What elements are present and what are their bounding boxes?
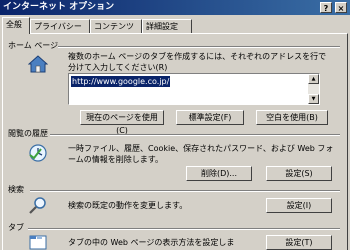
history-title: 閲覧の履歴 xyxy=(8,129,48,138)
history-clock-icon xyxy=(29,144,47,162)
search-icon xyxy=(29,197,46,214)
scroll-up-icon[interactable]: ▲ xyxy=(308,74,319,84)
tabs-title: タブ xyxy=(8,223,24,232)
tab-content[interactable]: コンテンツ xyxy=(90,19,142,33)
history-settings-button[interactable]: 設定(S) xyxy=(266,166,332,181)
window-title: インターネット オプション xyxy=(3,2,115,12)
tab-privacy[interactable]: プライバシー xyxy=(30,19,90,33)
tabs-settings-button[interactable]: 設定(T) xyxy=(266,235,332,250)
use-default-button[interactable]: 標準設定(F) xyxy=(176,110,244,125)
homepage-separator xyxy=(58,46,340,48)
tab-advanced[interactable]: 詳細設定 xyxy=(142,19,192,33)
homepage-title: ホーム ページ xyxy=(8,41,59,50)
tabs-separator xyxy=(28,228,340,230)
title-bar: インターネット オプション ? × xyxy=(0,0,350,15)
homepage-url-value[interactable]: http://www.google.co.jp/ xyxy=(71,76,171,87)
home-icon xyxy=(28,55,48,73)
help-button[interactable]: ? xyxy=(320,2,332,13)
tab-strip: 全般 プライバシー コンテンツ 詳細設定 xyxy=(0,17,350,34)
history-separator xyxy=(50,134,340,136)
url-scrollbar[interactable]: ▲ ▼ xyxy=(308,74,319,104)
scroll-down-icon[interactable]: ▼ xyxy=(308,94,319,104)
homepage-url-field[interactable]: http://www.google.co.jp/ ▲ ▼ xyxy=(68,73,320,105)
close-button[interactable]: × xyxy=(335,2,347,13)
tabs-description: タブの中の Web ページの表示方法を設定しま xyxy=(68,238,235,247)
search-settings-button[interactable]: 設定(I) xyxy=(266,198,332,213)
tab-window-icon xyxy=(29,235,47,250)
search-separator xyxy=(30,190,340,192)
use-blank-button[interactable]: 空白を使用(B) xyxy=(256,110,328,125)
delete-history-button[interactable]: 削除(D)... xyxy=(186,166,252,181)
search-title: 検索 xyxy=(8,185,24,194)
homepage-description: 複数のホーム ページのタブを作成するには、それぞれのアドレスを行で分けて入力して… xyxy=(68,52,327,72)
tab-general[interactable]: 全般 xyxy=(2,17,30,34)
search-description: 検索の既定の動作を変更します。 xyxy=(68,201,188,210)
use-current-button[interactable]: 現在のページを使用(C) xyxy=(80,110,164,135)
history-description: 一時ファイル、履歴、Cookie、保存されたパスワード、および Web フォーム… xyxy=(68,144,334,164)
